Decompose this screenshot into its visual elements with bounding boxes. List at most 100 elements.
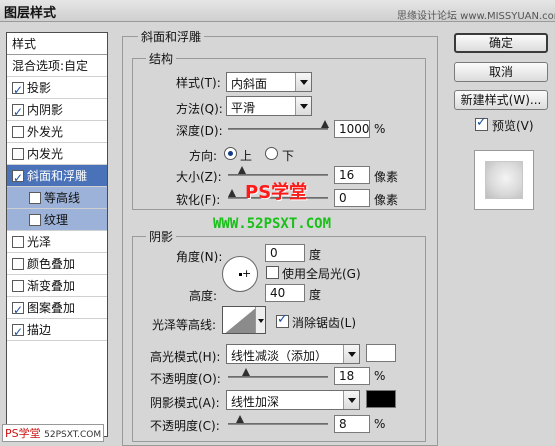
highlight-mode-select[interactable]: 线性减淡（添加）	[226, 344, 360, 364]
direction-up-radio[interactable]	[224, 147, 237, 160]
style-item-label: 外发光	[27, 125, 64, 139]
style-item-stroke[interactable]: 描边	[7, 319, 107, 343]
antialias-checkbox[interactable]	[276, 312, 289, 328]
ps-watermark: PS学堂	[245, 182, 308, 203]
watermark-text: 思缘设计论坛 www.MISSYUAN.com	[397, 11, 555, 22]
chevron-down-icon	[295, 73, 311, 91]
checkbox-icon[interactable]	[12, 280, 24, 292]
bevel-style-select[interactable]: 内斜面	[226, 72, 312, 92]
soften-input[interactable]: 0	[334, 189, 370, 207]
crosshair-icon: +	[242, 267, 252, 280]
styles-header: 样式	[7, 33, 107, 55]
gloss-contour-picker[interactable]	[222, 306, 266, 334]
gloss-contour-label: 光泽等高线:	[152, 318, 217, 332]
chevron-down-icon	[343, 345, 359, 363]
checkbox-icon[interactable]	[29, 214, 41, 226]
soften-label: 软化(F):	[176, 193, 221, 207]
style-label: 样式(T):	[176, 76, 221, 90]
shadow-color-swatch[interactable]	[366, 390, 396, 408]
checkbox-icon[interactable]	[12, 321, 24, 343]
global-light-label: 使用全局光(G)	[282, 267, 361, 281]
style-item-drop-shadow[interactable]: 投影	[7, 77, 107, 101]
style-item-contour[interactable]: 等高线	[7, 187, 107, 209]
checkbox-icon[interactable]	[12, 167, 24, 189]
ok-button[interactable]: 确定	[454, 33, 548, 53]
style-item-label: 内发光	[27, 147, 64, 161]
style-item-label: 渐变叠加	[27, 279, 76, 293]
direction-label: 方向:	[189, 149, 218, 163]
size-label: 大小(Z):	[176, 170, 222, 184]
style-item-color-overlay[interactable]: 颜色叠加	[7, 253, 107, 275]
structure-title: 结构	[146, 50, 177, 67]
altitude-unit: 度	[309, 288, 322, 302]
new-style-button[interactable]: 新建样式(W)...	[454, 90, 548, 110]
altitude-label: 高度:	[189, 289, 218, 303]
direction-up-label: 上	[240, 149, 253, 163]
highlight-opacity-thumb[interactable]	[242, 368, 250, 378]
checkbox-icon[interactable]	[12, 79, 24, 101]
style-item-label: 内阴影	[27, 103, 64, 117]
highlight-color-swatch[interactable]	[366, 344, 396, 362]
chevron-down-icon	[295, 97, 311, 115]
soften-slider-thumb[interactable]	[228, 189, 236, 199]
size-input[interactable]: 16	[334, 166, 370, 184]
style-item-gradient-overlay[interactable]: 渐变叠加	[7, 275, 107, 297]
angle-dial[interactable]: +	[222, 256, 258, 292]
angle-label: 角度(N):	[176, 250, 223, 264]
preview-checkbox[interactable]	[475, 115, 488, 131]
shadow-mode-select[interactable]: 线性加深	[226, 390, 360, 410]
preview-label: 预览(V)	[492, 119, 534, 133]
style-item-label: 投影	[27, 81, 52, 95]
style-item-label: 斜面和浮雕	[27, 169, 88, 183]
title-bar: 图层样式 思缘设计论坛 www.MISSYUAN.com	[0, 0, 555, 22]
chevron-down-icon	[255, 307, 265, 333]
blend-options-item[interactable]: 混合选项:自定	[7, 55, 107, 77]
style-item-inner-shadow[interactable]: 内阴影	[7, 99, 107, 123]
soften-unit: 像素	[374, 193, 399, 207]
depth-slider[interactable]	[228, 128, 328, 130]
style-item-inner-glow[interactable]: 内发光	[7, 143, 107, 165]
style-item-pattern-overlay[interactable]: 图案叠加	[7, 297, 107, 321]
technique-value: 平滑	[231, 101, 256, 115]
shadow-mode-label: 阴影模式(A):	[150, 396, 220, 410]
depth-slider-thumb[interactable]	[321, 120, 329, 130]
style-item-label: 光泽	[27, 235, 52, 249]
checkbox-icon[interactable]	[12, 101, 24, 123]
checkbox-icon[interactable]	[12, 236, 24, 248]
technique-label: 方法(Q):	[176, 102, 223, 116]
cancel-button[interactable]: 取消	[454, 62, 548, 82]
shadow-opacity-thumb[interactable]	[236, 415, 244, 425]
bevel-style-value: 内斜面	[231, 77, 268, 91]
technique-select[interactable]: 平滑	[226, 96, 312, 116]
angle-input[interactable]: 0	[265, 244, 305, 262]
highlight-opacity-unit: %	[374, 369, 386, 383]
antialias-label: 消除锯齿(L)	[292, 316, 357, 330]
size-slider-thumb[interactable]	[238, 166, 246, 176]
checkbox-icon[interactable]	[12, 299, 24, 321]
style-item-label: 等高线	[44, 191, 81, 205]
checkbox-icon[interactable]	[12, 126, 24, 138]
direction-down-label: 下	[282, 149, 295, 163]
shadow-opacity-input[interactable]: 8	[334, 415, 370, 433]
style-item-texture[interactable]: 纹理	[7, 209, 107, 231]
style-item-satin[interactable]: 光泽	[7, 231, 107, 253]
chevron-down-icon	[343, 391, 359, 409]
highlight-opacity-input[interactable]: 18	[334, 367, 370, 385]
checkbox-icon[interactable]	[12, 148, 24, 160]
style-item-outer-glow[interactable]: 外发光	[7, 121, 107, 143]
bevel-emboss-title: 斜面和浮雕	[138, 28, 205, 45]
style-item-label: 颜色叠加	[27, 257, 76, 271]
global-light-checkbox[interactable]	[266, 266, 279, 279]
depth-input[interactable]: 1000	[334, 120, 370, 138]
shading-title: 阴影	[146, 228, 177, 245]
depth-label: 深度(D):	[176, 124, 223, 138]
checkbox-icon[interactable]	[12, 258, 24, 270]
altitude-input[interactable]: 40	[265, 284, 305, 302]
bottom-watermark-ps: PS学堂	[5, 427, 41, 440]
direction-down-radio[interactable]	[265, 147, 278, 160]
checkbox-icon[interactable]	[29, 192, 41, 204]
bottom-watermark: PS学堂 52PSXT.COM	[2, 424, 105, 442]
style-preview	[474, 150, 534, 210]
style-item-bevel-emboss[interactable]: 斜面和浮雕	[7, 165, 107, 189]
shadow-opacity-label: 不透明度(C):	[150, 419, 220, 433]
